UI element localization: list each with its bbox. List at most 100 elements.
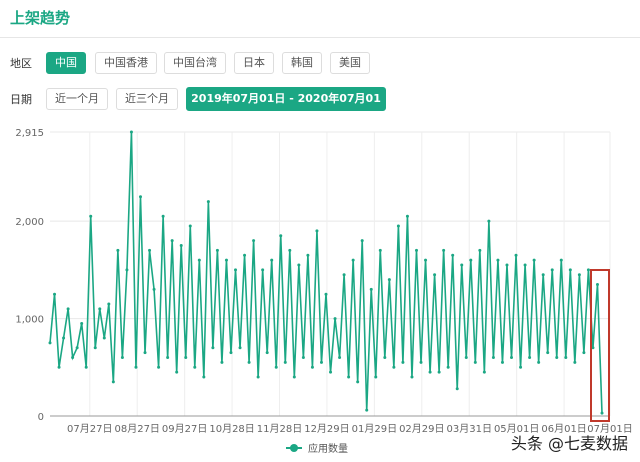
data-point [342,273,346,277]
y-tick-label: 2,000 [15,217,44,228]
data-point [292,375,296,379]
data-point [360,239,364,243]
data-point [107,302,111,306]
watermark: 头条 @七麦数据 [510,434,628,453]
data-point [175,370,179,374]
data-point [93,346,97,350]
data-point [111,380,115,384]
data-point [193,365,197,369]
data-point [89,214,93,218]
data-point [514,253,518,257]
data-point [283,360,287,364]
data-point [487,219,491,223]
data-point [455,387,459,391]
data-point [428,370,432,374]
data-point [184,356,188,360]
data-point [53,292,57,296]
x-tick-label: 03月31日 [447,423,492,435]
data-point [188,224,192,228]
data-point [396,224,400,228]
data-point [460,263,464,267]
y-tick-label: 1,000 [15,315,44,326]
data-point [120,356,124,360]
data-point [256,375,260,379]
data-point [265,351,269,355]
data-point [310,365,314,369]
data-point [419,360,423,364]
data-point [559,258,563,262]
data-point [500,360,504,364]
data-point [66,307,70,311]
data-point [378,248,382,252]
data-point [279,234,283,238]
data-point [383,356,387,360]
data-point [224,258,228,262]
data-point [523,263,527,267]
data-point [568,268,572,272]
data-point [510,356,514,360]
data-point [202,375,206,379]
x-tick-label: 12月29日 [304,423,349,435]
data-point [238,346,242,350]
data-point [297,263,301,267]
x-tick-label: 08月27日 [114,423,159,435]
data-point [532,258,536,262]
data-point [243,253,247,257]
data-point [288,248,292,252]
data-point [80,321,84,325]
data-point [71,356,75,360]
data-point [392,365,396,369]
x-tick-label: 07月27日 [67,423,112,435]
data-point [148,248,152,252]
data-point [437,370,441,374]
data-point [57,365,61,369]
data-point [62,336,66,340]
data-point [84,365,88,369]
y-tick-label: 0 [38,412,44,423]
data-point [550,268,554,272]
data-point [211,346,215,350]
data-point [157,365,161,369]
data-point [577,273,581,277]
data-point [306,253,310,257]
data-point [414,248,418,252]
data-point [573,360,577,364]
data-point [537,360,541,364]
data-point [116,248,120,252]
data-point [129,130,133,134]
data-point [595,282,599,286]
data-point [387,278,391,282]
data-point [333,317,337,321]
data-point [369,287,373,291]
data-point [582,351,586,355]
line-chart: 0 1,000 2,000 2,915 07月27日 08月27日 09月27日 10月28日… [15,128,632,455]
data-point [220,360,224,364]
data-point [442,248,446,252]
x-tick-label: 11月28日 [257,423,302,435]
x-tick-label: 09月27日 [162,423,207,435]
data-point [152,287,156,291]
data-point [48,341,52,345]
x-tick-label: 02月29日 [399,423,444,435]
x-tick-label: 10月28日 [209,423,254,435]
data-point [424,258,428,262]
data-point [356,380,360,384]
data-point [315,229,319,233]
data-point [143,351,147,355]
data-point [179,244,183,248]
data-point [197,258,201,262]
data-point [301,356,305,360]
data-point [261,268,265,272]
data-point [134,365,138,369]
data-point [319,360,323,364]
x-tick-label: 01月29日 [352,423,397,435]
series-line [49,131,603,414]
data-point [374,375,378,379]
data-point [324,292,328,296]
data-point [546,351,550,355]
data-point [446,365,450,369]
data-point [555,356,559,360]
data-point [347,375,351,379]
data-point [496,258,500,262]
data-point [125,268,129,272]
